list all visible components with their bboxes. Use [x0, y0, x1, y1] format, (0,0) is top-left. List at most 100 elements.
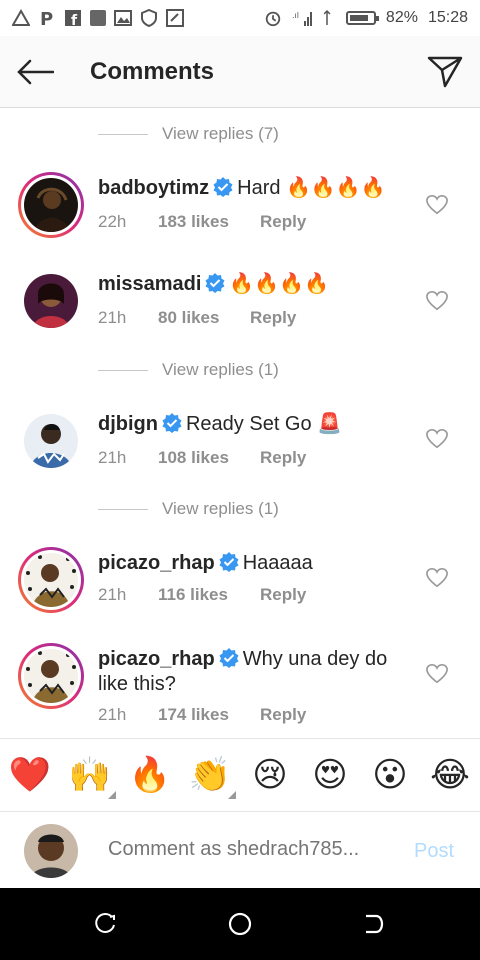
reply-button[interactable]: Reply	[260, 705, 306, 725]
divider	[98, 508, 148, 510]
svg-text:.ıl: .ıl	[292, 11, 299, 20]
avatar[interactable]	[18, 547, 84, 613]
comment-time: 21h	[98, 705, 127, 724]
comment-username[interactable]: missamadi	[98, 273, 201, 295]
notification-icons: P f	[12, 9, 184, 27]
clapping-hands-emoji: 👏	[188, 756, 232, 794]
arrow-left-icon	[17, 59, 54, 84]
view-replies-link[interactable]: View replies (1)	[98, 499, 279, 519]
recent-apps-icon[interactable]	[90, 908, 122, 940]
comment-text: djbign Ready Set Go 🚨	[98, 412, 420, 437]
avatar[interactable]	[18, 643, 84, 709]
verified-badge-icon	[213, 177, 233, 197]
laughing-emoji-button[interactable]: 😂	[428, 753, 472, 797]
page-title: Comments	[90, 57, 215, 85]
comment-username[interactable]: djbign	[98, 413, 158, 435]
back-nav-icon[interactable]	[358, 908, 390, 940]
comment-meta: 22h 183 likes Reply	[98, 212, 306, 232]
clapping-hands-emoji-button[interactable]: 👏	[188, 753, 236, 799]
reply-button[interactable]: Reply	[260, 448, 306, 468]
view-replies-label: View replies (7)	[162, 124, 279, 143]
like-heart-icon[interactable]	[426, 194, 448, 216]
avatar[interactable]	[24, 414, 78, 468]
shield-icon	[141, 9, 157, 27]
app-notification-icon	[90, 10, 106, 26]
divider	[98, 369, 148, 371]
view-replies-label: View replies (1)	[162, 360, 279, 379]
variant-indicator-icon	[108, 791, 116, 799]
raising-hands-emoji-button[interactable]: 🙌	[68, 753, 116, 799]
status-bar: P f .ıl 82% 15:28	[0, 0, 480, 36]
paper-plane-icon	[427, 56, 463, 87]
share-button[interactable]	[410, 36, 480, 108]
facebook-icon: f	[65, 10, 81, 27]
surprised-emoji-button[interactable]: 😮	[368, 753, 412, 797]
heart-emoji-button[interactable]: ❤️	[8, 753, 52, 797]
comment-meta: 21h 80 likes Reply	[98, 308, 296, 328]
comment-body: Haaaaa	[242, 552, 313, 574]
like-heart-icon[interactable]	[426, 290, 448, 312]
comment-likes[interactable]: 108 likes	[158, 448, 260, 468]
comment-text: picazo_rhap Why una dey do like this?	[98, 647, 420, 697]
comment-username[interactable]: badboytimz	[98, 177, 209, 199]
reply-button[interactable]: Reply	[260, 585, 306, 605]
raising-hands-emoji: 🙌	[68, 756, 112, 794]
signal-icon: .ıl	[292, 11, 312, 26]
comment-time: 21h	[98, 448, 127, 467]
header: Comments	[0, 36, 480, 108]
heart-eyes-emoji-button[interactable]: 😍	[308, 753, 352, 797]
view-replies-link[interactable]: View replies (1)	[98, 360, 279, 380]
comment-composer: Post	[0, 812, 480, 888]
like-heart-icon[interactable]	[426, 663, 448, 685]
parking-icon: P	[40, 9, 53, 27]
home-icon[interactable]	[224, 908, 256, 940]
comment-text: missamadi 🔥🔥🔥🔥	[98, 272, 420, 297]
svg-text:f: f	[71, 13, 78, 27]
comment-likes[interactable]: 183 likes	[158, 212, 260, 232]
comment-body: Hard 🔥🔥🔥🔥	[237, 177, 386, 199]
comment-meta: 21h 108 likes Reply	[98, 448, 306, 468]
verified-badge-icon	[162, 413, 182, 433]
avatar[interactable]	[24, 274, 78, 328]
comment-body: 🔥🔥🔥🔥	[229, 273, 329, 295]
comment-likes[interactable]: 80 likes	[158, 308, 250, 328]
comment-likes[interactable]: 174 likes	[158, 705, 260, 725]
data-arrows-icon	[323, 9, 331, 25]
like-heart-icon[interactable]	[426, 567, 448, 589]
warning-icon	[12, 9, 30, 26]
crying-emoji-button[interactable]: 😢	[248, 753, 292, 797]
avatar[interactable]	[18, 172, 84, 238]
battery-percent: 82%	[385, 9, 418, 26]
comment-likes[interactable]: 116 likes	[158, 585, 260, 605]
divider	[98, 133, 148, 135]
comment-text: picazo_rhap Haaaaa	[98, 551, 420, 576]
svg-text:P: P	[40, 9, 53, 27]
comment-username[interactable]: picazo_rhap	[98, 552, 215, 574]
fire-emoji-button[interactable]: 🔥	[128, 753, 172, 797]
view-replies-link[interactable]: View replies (7)	[98, 124, 279, 144]
battery-icon	[345, 11, 379, 25]
reply-button[interactable]: Reply	[260, 212, 306, 232]
view-replies-label: View replies (1)	[162, 499, 279, 518]
post-button[interactable]: Post	[414, 840, 454, 863]
alarm-icon	[265, 11, 281, 27]
gallery-icon	[114, 10, 132, 26]
emoji-quick-bar: ❤️ 🙌 🔥 👏 😢 😍 😮 😂	[0, 738, 480, 812]
avatar-image	[24, 553, 78, 607]
comments-list[interactable]: View replies (7) badboytimz Hard 🔥🔥🔥🔥 22h…	[0, 108, 480, 738]
verified-badge-icon	[219, 552, 239, 572]
screenshot-icon	[166, 9, 184, 27]
comment-time: 21h	[98, 585, 127, 604]
comment-input[interactable]	[108, 838, 398, 861]
like-heart-icon[interactable]	[426, 428, 448, 450]
verified-badge-icon	[219, 648, 239, 668]
current-user-avatar	[24, 824, 78, 878]
comment-username[interactable]: picazo_rhap	[98, 648, 215, 670]
avatar-image	[24, 178, 78, 232]
system-navigation-bar	[0, 888, 480, 960]
reply-button[interactable]: Reply	[250, 308, 296, 328]
clock: 15:28	[427, 9, 468, 26]
comment-body: Ready Set Go 🚨	[185, 413, 343, 435]
avatar-image	[24, 649, 78, 703]
back-button[interactable]	[0, 36, 70, 108]
